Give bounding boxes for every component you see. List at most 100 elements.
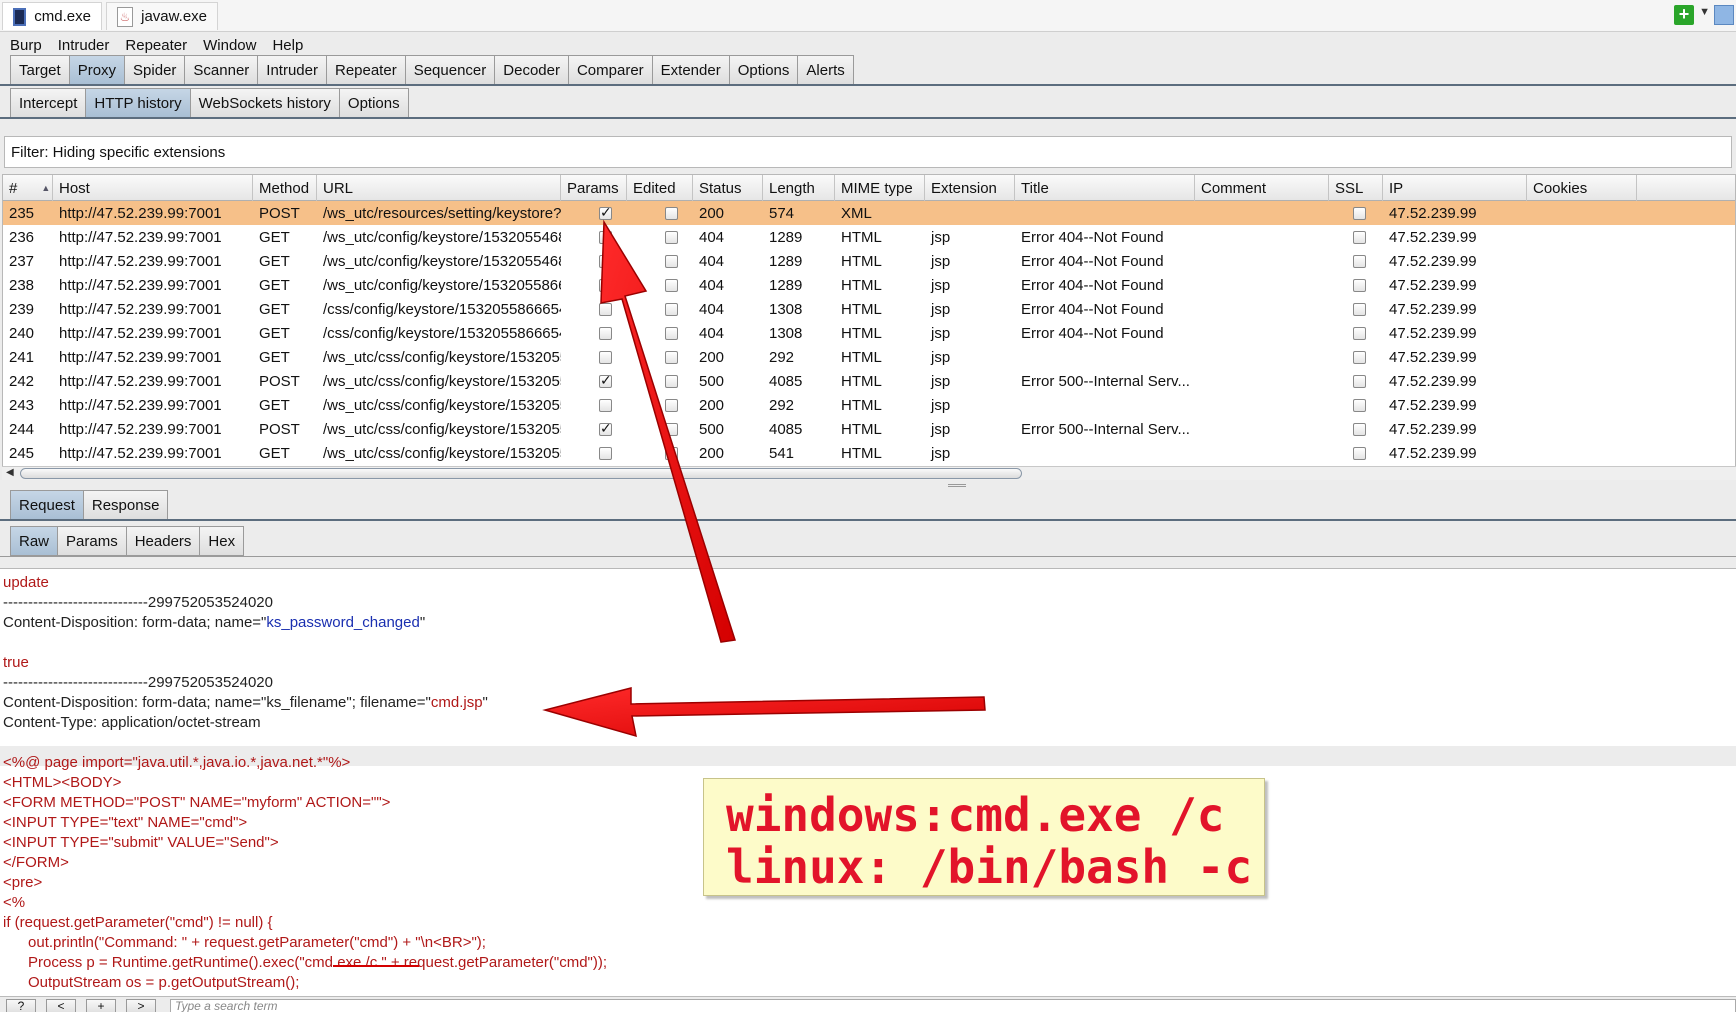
checkbox[interactable] bbox=[1353, 326, 1366, 340]
tab-extender[interactable]: Extender bbox=[651, 55, 729, 85]
table-row[interactable]: 244 http://47.52.239.99:7001 POST/ws_utc/c… bbox=[3, 417, 1735, 441]
checkbox[interactable] bbox=[599, 204, 612, 221]
message-tab-response[interactable]: Response bbox=[82, 490, 169, 520]
column-header-comment[interactable]: Comment bbox=[1195, 175, 1329, 201]
column-header-params[interactable]: Params bbox=[561, 175, 627, 201]
checkbox[interactable] bbox=[665, 398, 678, 412]
column-header-host[interactable]: Host bbox=[53, 175, 253, 201]
checkbox[interactable] bbox=[599, 278, 612, 292]
menu-help[interactable]: Help bbox=[272, 37, 303, 54]
checkbox[interactable] bbox=[599, 398, 612, 412]
proxy-tab-options[interactable]: Options bbox=[338, 88, 409, 118]
filter-bar[interactable]: Filter: Hiding specific extensions bbox=[4, 136, 1732, 168]
new-tab-button[interactable]: + bbox=[1674, 5, 1694, 25]
checkbox[interactable] bbox=[665, 446, 678, 460]
column-header-ip[interactable]: IP bbox=[1383, 175, 1527, 201]
column-header-edited[interactable]: Edited bbox=[627, 175, 693, 201]
add-button[interactable]: + bbox=[86, 999, 116, 1012]
checkbox[interactable] bbox=[665, 422, 678, 436]
checkbox[interactable] bbox=[599, 446, 612, 460]
previous-button[interactable]: < bbox=[46, 999, 76, 1012]
checkbox[interactable] bbox=[665, 230, 678, 244]
checkbox[interactable] bbox=[1353, 374, 1366, 388]
checkbox[interactable] bbox=[1353, 254, 1366, 268]
menu-repeater[interactable]: Repeater bbox=[125, 37, 187, 54]
checkbox[interactable] bbox=[665, 206, 678, 220]
tab-sequencer[interactable]: Sequencer bbox=[404, 55, 495, 85]
column-header-method[interactable]: Method bbox=[253, 175, 317, 201]
message-tab-request[interactable]: Request bbox=[10, 490, 83, 520]
view-tab-params[interactable]: Params bbox=[57, 526, 126, 556]
column-header-length[interactable]: Length bbox=[763, 175, 835, 201]
menu-intruder[interactable]: Intruder bbox=[58, 37, 110, 54]
tab-options[interactable]: Options bbox=[728, 55, 798, 85]
scroll-left-icon[interactable]: ◀ bbox=[6, 467, 14, 478]
help-button[interactable]: ? bbox=[6, 999, 36, 1012]
tab-alerts[interactable]: Alerts bbox=[797, 55, 854, 85]
checkbox[interactable] bbox=[665, 302, 678, 316]
column-header-status[interactable]: Status bbox=[693, 175, 763, 201]
table-row[interactable]: 241 http://47.52.239.99:7001 GET/ws_utc/cs… bbox=[3, 345, 1735, 369]
checkbox[interactable] bbox=[599, 326, 612, 340]
column-header-ssl[interactable]: SSL bbox=[1329, 175, 1383, 201]
split-divider-grip[interactable] bbox=[948, 484, 966, 487]
checkbox[interactable] bbox=[1353, 302, 1366, 316]
checkbox[interactable] bbox=[599, 350, 612, 364]
view-tab-headers[interactable]: Headers bbox=[125, 526, 200, 556]
table-row[interactable]: 239 http://47.52.239.99:7001 GET/css/confi… bbox=[3, 297, 1735, 321]
table-row[interactable]: 238 http://47.52.239.99:7001 GET/ws_utc/co… bbox=[3, 273, 1735, 297]
tab-intruder[interactable]: Intruder bbox=[257, 55, 326, 85]
process-tab-cmd[interactable]: cmd.exe bbox=[2, 2, 102, 30]
view-tab-hex[interactable]: Hex bbox=[199, 526, 245, 556]
view-tab-raw[interactable]: Raw bbox=[10, 526, 58, 556]
tab-proxy[interactable]: Proxy bbox=[68, 55, 125, 85]
menu-burp[interactable]: Burp bbox=[10, 37, 42, 54]
window-icon[interactable] bbox=[1714, 5, 1734, 25]
proxy-tab-intercept[interactable]: Intercept bbox=[10, 88, 86, 118]
column-header-cookies[interactable]: Cookies bbox=[1527, 175, 1637, 201]
table-row[interactable]: 242 http://47.52.239.99:7001 POST/ws_utc/c… bbox=[3, 369, 1735, 393]
tab-repeater[interactable]: Repeater bbox=[325, 55, 405, 85]
table-row[interactable]: 245 http://47.52.239.99:7001 GET/ws_utc/cs… bbox=[3, 441, 1735, 465]
checkbox[interactable] bbox=[599, 420, 612, 437]
horizontal-scrollbar[interactable]: ◀ bbox=[2, 466, 1736, 480]
column-header-extension[interactable]: Extension bbox=[925, 175, 1015, 201]
tab-spider[interactable]: Spider bbox=[124, 55, 185, 85]
table-row[interactable]: 235 http://47.52.239.99:7001 POST/ws_utc/r… bbox=[3, 201, 1735, 225]
sort-ascending-icon[interactable]: ▲ bbox=[41, 183, 50, 193]
checkbox[interactable] bbox=[665, 350, 678, 364]
column-header-mime-type[interactable]: MIME type bbox=[835, 175, 925, 201]
table-row[interactable]: 236 http://47.52.239.99:7001 GET/ws_utc/co… bbox=[3, 225, 1735, 249]
menu-window[interactable]: Window bbox=[203, 37, 256, 54]
checkbox[interactable] bbox=[1353, 350, 1366, 364]
checkbox[interactable] bbox=[599, 230, 612, 244]
column-header-number[interactable]: # ▲ bbox=[3, 175, 53, 201]
checkbox[interactable] bbox=[1353, 278, 1366, 292]
process-tab-javaw[interactable]: ♨ javaw.exe bbox=[106, 2, 218, 30]
tab-decoder[interactable]: Decoder bbox=[494, 55, 568, 85]
checkbox[interactable] bbox=[1353, 446, 1366, 460]
checkbox[interactable] bbox=[665, 254, 678, 268]
checkbox[interactable] bbox=[1353, 230, 1366, 244]
table-row[interactable]: 240 http://47.52.239.99:7001 GET/css/confi… bbox=[3, 321, 1735, 345]
scrollbar-thumb[interactable] bbox=[20, 468, 1022, 479]
tab-target[interactable]: Target bbox=[10, 55, 69, 85]
table-row[interactable]: 237 http://47.52.239.99:7001 GET/ws_utc/co… bbox=[3, 249, 1735, 273]
checkbox[interactable] bbox=[599, 254, 612, 268]
search-input[interactable]: Type a search term bbox=[170, 999, 1736, 1012]
proxy-tab-http-history[interactable]: HTTP history bbox=[85, 88, 190, 118]
checkbox[interactable] bbox=[599, 372, 612, 389]
checkbox[interactable] bbox=[665, 374, 678, 388]
tab-comparer[interactable]: Comparer bbox=[567, 55, 652, 85]
column-header-url[interactable]: URL bbox=[317, 175, 561, 201]
checkbox[interactable] bbox=[599, 302, 612, 316]
checkbox[interactable] bbox=[1353, 398, 1366, 412]
next-button[interactable]: > bbox=[126, 999, 156, 1012]
checkbox[interactable] bbox=[665, 278, 678, 292]
checkbox[interactable] bbox=[1353, 206, 1366, 220]
column-header-title[interactable]: Title bbox=[1015, 175, 1195, 201]
proxy-tab-websockets-history[interactable]: WebSockets history bbox=[189, 88, 339, 118]
checkbox[interactable] bbox=[1353, 422, 1366, 436]
table-row[interactable]: 243 http://47.52.239.99:7001 GET/ws_utc/cs… bbox=[3, 393, 1735, 417]
checkbox[interactable] bbox=[665, 326, 678, 340]
